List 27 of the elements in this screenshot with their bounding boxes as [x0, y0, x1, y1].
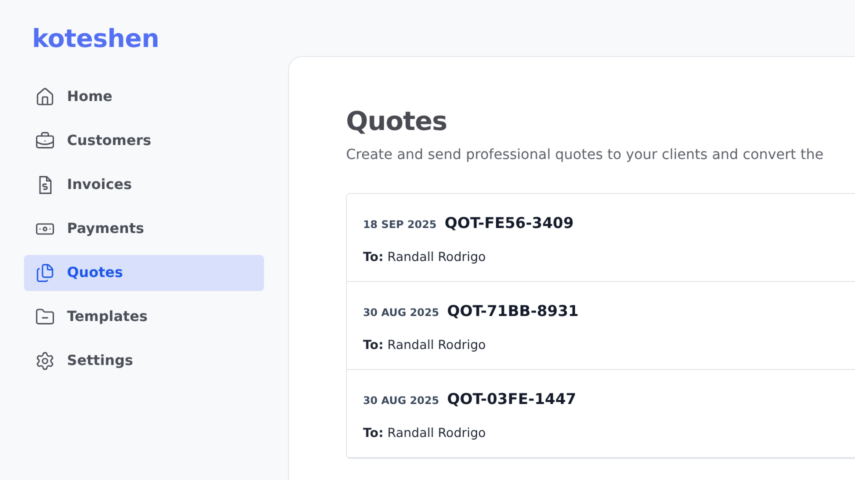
quote-row[interactable]: 30 AUG 2025 QOT-03FE-1447 To: Randall Rodrigo: [347, 370, 855, 458]
page-subtitle: Create and send professional quotes to your clients and convert the: [346, 147, 824, 163]
sidebar-item[interactable]: Invoices: [24, 167, 264, 203]
quote-recipient: To: Randall Rodrigo: [363, 425, 487, 440]
quote-row[interactable]: 30 AUG 2025 QOT-71BB-8931 To: Randall Rodrigo: [347, 282, 855, 370]
quote-number: QOT-FE56-3409: [444, 214, 574, 232]
quote-row[interactable]: 18 SEP 2025 QOT-FE56-3409 To: Randall Rodrigo: [347, 194, 855, 282]
sidebar-item[interactable]: Payments: [24, 211, 264, 247]
quote-recipient: To: Randall Rodrigo: [363, 249, 487, 264]
settings-icon: [35, 351, 55, 371]
sidebar-item[interactable]: Home: [24, 79, 264, 115]
page-title: Quotes: [346, 107, 448, 137]
quote-date: 18 SEP 2025: [363, 219, 437, 231]
sidebar-item[interactable]: Quotes: [24, 255, 264, 291]
sidebar-item[interactable]: Templates: [24, 299, 264, 335]
folder-icon: [35, 307, 55, 327]
sidebar-item[interactable]: Settings: [24, 343, 264, 379]
quote-number: QOT-71BB-8931: [447, 302, 579, 320]
quote-number: QOT-03FE-1447: [447, 390, 576, 408]
quote-date: 30 AUG 2025: [363, 395, 440, 407]
brand-logo: koteshen: [32, 24, 160, 53]
quote-recipient: To: Randall Rodrigo: [363, 337, 487, 352]
briefcase-icon: [35, 131, 55, 151]
documents-icon: [35, 263, 55, 283]
home-icon: [35, 87, 55, 107]
quote-date: 30 AUG 2025: [363, 307, 440, 319]
sidebar-item[interactable]: Customers: [24, 123, 264, 159]
